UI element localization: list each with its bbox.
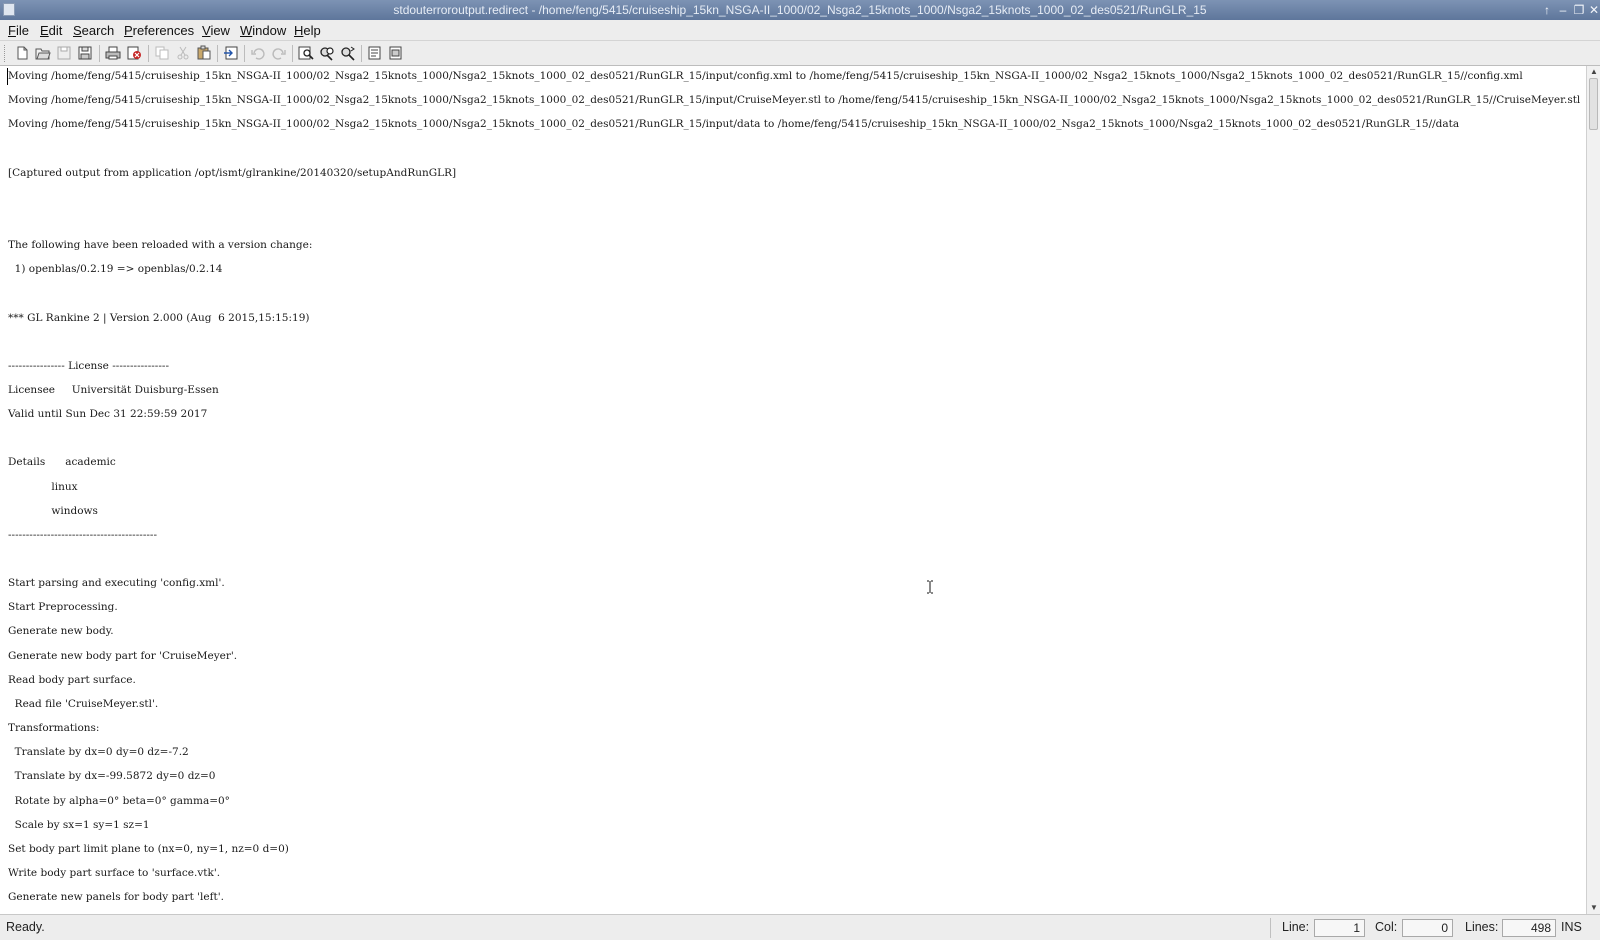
insert-mode-indicator: INS xyxy=(1561,920,1582,934)
status-divider xyxy=(1270,918,1271,938)
menu-search[interactable]: Search xyxy=(73,20,114,41)
undo-icon xyxy=(249,45,267,61)
window-close-button[interactable]: ✕ xyxy=(1587,0,1600,20)
toolbar-separator xyxy=(148,45,149,62)
text-line: Moving /home/feng/5415/cruiseship_15kn_N… xyxy=(8,118,1460,131)
menu-window[interactable]: Window xyxy=(240,20,286,41)
column-number-field[interactable]: 0 xyxy=(1402,919,1453,937)
find-replace-icon[interactable] xyxy=(318,45,336,61)
text-line: Start parsing and executing 'config.xml'… xyxy=(8,577,225,590)
scroll-up-icon[interactable]: ▲ xyxy=(1587,66,1600,78)
text-line: Write body part surface to 'surface.vtk'… xyxy=(8,866,221,879)
text-line: Generate new body. xyxy=(8,625,114,638)
toolbar-separator xyxy=(292,45,293,62)
vertical-scrollbar[interactable]: ▲ ▼ xyxy=(1586,66,1600,914)
scrollbar-thumb[interactable] xyxy=(1589,78,1598,130)
toolbar-separator xyxy=(244,45,245,62)
toolbar xyxy=(0,41,1600,66)
menu-bar: File Edit Search Preferences View Window… xyxy=(0,20,1600,41)
window-titlebar[interactable]: stdouterroroutput.redirect - /home/feng/… xyxy=(0,0,1600,20)
status-bar: Ready. Line: 1 Col: 0 Lines: 498 INS xyxy=(0,914,1600,940)
text-line: Valid until Sun Dec 31 22:59:59 2017 xyxy=(8,408,208,421)
menu-help[interactable]: Help xyxy=(294,20,321,41)
text-line: windows xyxy=(8,504,98,517)
open-file-icon[interactable] xyxy=(34,45,52,61)
menu-edit[interactable]: Edit xyxy=(40,20,62,41)
text-line: Read file 'CruiseMeyer.stl'. xyxy=(8,697,159,710)
text-line: The following have been reloaded with a … xyxy=(8,239,313,252)
lines-label: Lines: xyxy=(1465,920,1499,934)
toolbar-grip[interactable] xyxy=(4,45,7,62)
text-line: Generate new body part for 'CruiseMeyer'… xyxy=(8,649,238,662)
close-file-icon[interactable] xyxy=(125,45,143,61)
insert-file-icon[interactable] xyxy=(222,45,240,61)
new-file-icon[interactable] xyxy=(13,45,31,61)
text-line: *** GL Rankine 2 | Version 2.000 (Aug 6 … xyxy=(8,311,310,324)
text-line: [Captured output from application /opt/i… xyxy=(8,166,457,179)
cut-icon xyxy=(174,45,192,61)
text-line: Translate by dx=0 dy=0 dz=-7.2 xyxy=(8,746,189,759)
text-line: linux xyxy=(8,480,78,493)
text-line: Moving /home/feng/5415/cruiseship_15kn_N… xyxy=(8,94,1581,107)
copy-icon xyxy=(153,45,171,61)
window-maximize-button[interactable]: ❐ xyxy=(1572,0,1586,20)
format-icon[interactable] xyxy=(387,45,405,61)
text-line: ----------------------------------------… xyxy=(8,528,158,541)
status-message: Ready. xyxy=(6,920,45,934)
text-line: 1) openblas/0.2.19 => openblas/0.2.14 xyxy=(8,263,223,276)
window-raise-button[interactable]: ↑ xyxy=(1540,0,1554,20)
window-minimize-button[interactable]: – xyxy=(1556,0,1570,20)
text-line: Read body part surface. xyxy=(8,673,136,686)
toolbar-separator xyxy=(99,45,100,62)
text-line: Rotate by alpha=0° beta=0° gamma=0° xyxy=(8,794,230,807)
text-editor[interactable]: Moving /home/feng/5415/cruiseship_15kn_N… xyxy=(0,66,1586,914)
scroll-down-icon[interactable]: ▼ xyxy=(1587,902,1600,914)
redo-icon xyxy=(270,45,288,61)
print-icon[interactable] xyxy=(104,45,122,61)
word-wrap-icon[interactable] xyxy=(366,45,384,61)
save-as-icon[interactable] xyxy=(76,45,94,61)
line-number-field[interactable]: 1 xyxy=(1314,919,1365,937)
save-icon xyxy=(55,45,73,61)
text-line: Set body part limit plane to (nx=0, ny=1… xyxy=(8,842,289,855)
line-count-field: 498 xyxy=(1502,919,1556,937)
text-line: ---------------- License ---------------… xyxy=(8,359,169,372)
text-line: Licensee Universität Duisburg-Essen xyxy=(8,383,219,396)
text-line: Translate by dx=-99.5872 dy=0 dz=0 xyxy=(8,770,216,783)
toolbar-separator xyxy=(217,45,218,62)
window-title: stdouterroroutput.redirect - /home/feng/… xyxy=(393,3,1207,17)
menu-preferences[interactable]: Preferences xyxy=(124,20,194,41)
menu-file[interactable]: File xyxy=(8,20,29,41)
find-next-icon[interactable] xyxy=(339,45,357,61)
toolbar-separator xyxy=(361,45,362,62)
text-line: Start Preprocessing. xyxy=(8,601,118,614)
line-label: Line: xyxy=(1282,920,1310,934)
menu-view[interactable]: View xyxy=(202,20,230,41)
find-icon[interactable] xyxy=(297,45,315,61)
paste-icon[interactable] xyxy=(195,45,213,61)
text-line: Scale by sx=1 sy=1 sz=1 xyxy=(8,818,150,831)
col-label: Col: xyxy=(1375,920,1398,934)
text-line: Generate new panels for body part 'left'… xyxy=(8,891,224,904)
app-icon xyxy=(3,3,15,16)
text-cursor-icon xyxy=(927,580,933,594)
text-line: Details academic xyxy=(8,456,116,469)
text-line: Transformations: xyxy=(8,722,100,735)
text-line: Moving /home/feng/5415/cruiseship_15kn_N… xyxy=(8,70,1523,82)
